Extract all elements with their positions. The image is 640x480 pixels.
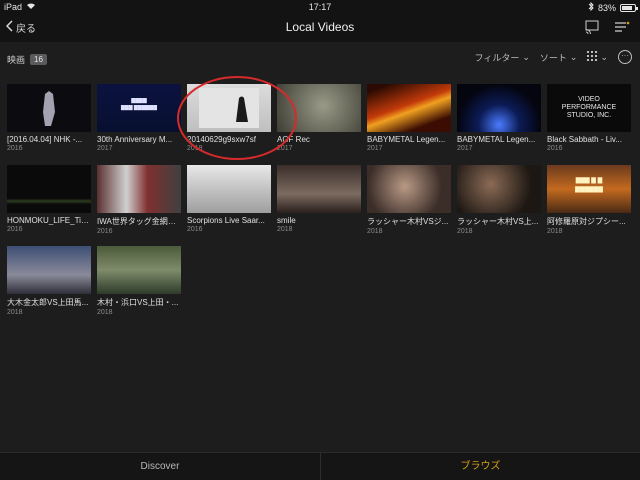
video-title: BABYMETAL Legen... (367, 135, 446, 144)
chevron-down-icon: ⌄ (600, 51, 608, 62)
video-thumbnail (277, 165, 361, 213)
queue-list-icon[interactable] (614, 20, 630, 34)
video-item[interactable]: BABYMETAL Legen... 2017 (457, 84, 541, 154)
video-year: 2018 (7, 309, 23, 316)
video-item[interactable]: [2016.04.04] NHK -... 2016 (7, 84, 91, 154)
video-item[interactable]: HONMOKU_LIFE_Titl... 2016 (7, 165, 91, 235)
video-title: 大木金太郎VS上田馬... (7, 298, 89, 307)
video-year: 2016 (547, 145, 563, 152)
video-title: [2016.04.04] NHK -... (7, 135, 83, 144)
battery-icon (620, 3, 638, 12)
video-thumbnail (7, 84, 91, 132)
video-thumbnail (457, 84, 541, 132)
chevron-down-icon: ⌄ (569, 51, 578, 62)
video-item[interactable]: smile 2018 (277, 165, 361, 235)
video-thumbnail (367, 84, 451, 132)
video-year: 2018 (277, 226, 293, 233)
video-year: 2017 (277, 145, 293, 152)
tab-bar: Discover ブラウズ (0, 452, 640, 480)
video-title: smile (277, 216, 296, 225)
video-title: IWA世界タッグ金網デ... (97, 217, 181, 226)
video-title: ラッシャー木村VSジ... (367, 217, 449, 226)
sort-dropdown[interactable]: ソート ⌄ (540, 51, 578, 64)
section-label: 映画 (7, 55, 26, 65)
battery-percent: 83% (597, 2, 616, 13)
video-title: Scorpions Live Saar... (187, 216, 265, 225)
video-year: 2018 (367, 228, 383, 235)
video-thumbnail (367, 165, 451, 213)
bluetooth-icon (588, 1, 594, 13)
highlight-annotation (177, 76, 297, 160)
video-year: 2016 (7, 226, 23, 233)
grid-icon (587, 51, 598, 63)
video-year: 2016 (7, 145, 23, 152)
video-title: 阿修羅原対ジプシー... (547, 217, 626, 226)
video-title: BABYMETAL Legen... (457, 135, 536, 144)
video-item[interactable]: 木村・浜口VS上田・... 2018 (97, 246, 181, 316)
video-thumbnail (7, 246, 91, 294)
video-year: 2017 (97, 145, 113, 152)
view-mode-dropdown[interactable]: ⌄ (587, 51, 608, 63)
video-year: 2018 (547, 228, 563, 235)
video-item[interactable]: Scorpions Live Saar... 2016 (187, 165, 271, 235)
video-item[interactable]: ▇▇▇▇ ▇▇▇ ▇▇▇▇▇▇ 30th Anniversary M... 2017 (97, 84, 181, 154)
video-item[interactable]: IWA世界タッグ金網デ... 2016 (97, 165, 181, 235)
sort-label: ソート (539, 52, 567, 63)
video-year: 2018 (457, 228, 473, 235)
filter-label: フィルター (474, 52, 520, 63)
filter-dropdown[interactable]: フィルター ⌄ (475, 51, 530, 64)
nav-bar: 戻る Local Videos (0, 14, 640, 42)
video-item[interactable]: VIDEO PERFORMANCE STUDIO, INC. Black Sabbat… (547, 84, 631, 154)
status-bar: iPad 17:17 83% (0, 0, 640, 14)
tab-discover[interactable]: Discover (0, 453, 320, 480)
video-year: 2017 (457, 145, 473, 152)
video-title: 30th Anniversary M... (97, 135, 173, 144)
video-item[interactable]: 大木金太郎VS上田馬... 2018 (7, 246, 91, 316)
page-title: Local Videos (285, 20, 355, 34)
video-year: 2016 (187, 226, 203, 233)
tab-browse[interactable]: ブラウズ (320, 453, 640, 480)
video-title: ラッシャー木村VS上... (457, 217, 539, 226)
video-year: 2016 (97, 228, 113, 235)
filter-row: 映画 16 フィルター ⌄ ソート ⌄ ⌄ ··· (0, 48, 640, 70)
video-title: 木村・浜口VS上田・... (97, 298, 179, 307)
video-year: 2018 (97, 309, 113, 316)
video-item[interactable]: BABYMETAL Legen... 2017 (367, 84, 451, 154)
cast-icon[interactable] (584, 20, 600, 35)
video-thumbnail (7, 165, 91, 213)
video-item[interactable]: ラッシャー木村VSジ... 2018 (367, 165, 451, 235)
video-title: HONMOKU_LIFE_Titl... (7, 216, 91, 225)
count-badge: 16 (30, 54, 47, 65)
video-item[interactable]: ラッシャー木村VS上... 2018 (457, 165, 541, 235)
video-thumbnail (187, 165, 271, 213)
video-thumbnail: ▇▇▇ ▇ ▇ ▇▇▇▇▇▇ (547, 165, 631, 213)
video-thumbnail (457, 165, 541, 213)
video-thumbnail: ▇▇▇▇ ▇▇▇ ▇▇▇▇▇▇ (97, 84, 181, 132)
video-thumbnail (97, 246, 181, 294)
video-title: Black Sabbath - Liv... (547, 135, 622, 144)
video-year: 2017 (367, 145, 383, 152)
video-thumbnail: VIDEO PERFORMANCE STUDIO, INC. (547, 84, 631, 132)
more-options-button[interactable]: ··· (618, 50, 632, 64)
video-item[interactable]: ▇▇▇ ▇ ▇ ▇▇▇▇▇▇ 阿修羅原対ジプシー... 2018 (547, 165, 631, 235)
video-thumbnail (97, 165, 181, 213)
chevron-down-icon: ⌄ (522, 51, 530, 62)
status-time: 17:17 (308, 2, 332, 12)
